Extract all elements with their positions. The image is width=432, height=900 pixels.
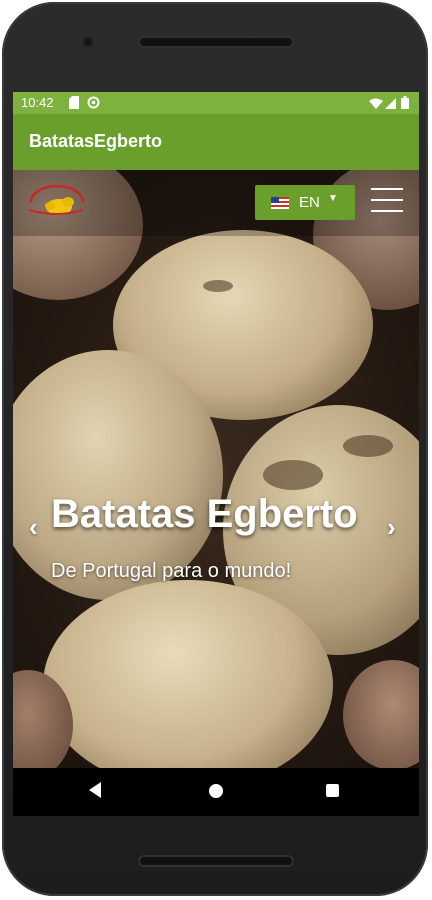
status-bar: 10:42 [13,92,419,114]
site-header: EN ▼ [13,170,419,236]
hero-carousel[interactable]: EN ▼ ‹ Batatas Egberto › De Portugal par… [13,170,419,768]
screen: 10:42 BatatasEgberto EN ▼ ‹ Batatas Egbe… [13,92,419,816]
site-logo[interactable] [25,184,87,218]
sync-icon [87,96,100,112]
language-label: EN [299,194,320,211]
bottom-speaker [138,855,294,867]
signal-icon [385,97,396,112]
wifi-icon [369,97,383,112]
carousel-prev-arrow[interactable]: ‹ [29,512,38,543]
system-nav-bar [13,768,419,816]
dirt-spot [203,280,233,292]
app-bar: BatatasEgberto [13,114,419,170]
language-selector[interactable]: EN ▼ [255,185,355,220]
menu-line [371,210,403,212]
hamburger-menu-icon[interactable] [369,186,405,214]
phone-frame: 10:42 BatatasEgberto EN ▼ ‹ Batatas Egbe… [0,0,432,900]
sd-card-icon [69,96,79,112]
menu-line [371,199,403,201]
home-icon[interactable] [209,784,223,798]
us-flag-icon [271,197,289,209]
app-title: BatatasEgberto [29,131,163,151]
top-speaker [138,36,294,48]
status-time: 10:42 [21,95,54,110]
battery-icon [401,96,409,112]
dirt-spot [343,435,393,457]
menu-line [371,188,403,190]
dirt-spot [263,460,323,490]
back-icon[interactable] [89,782,101,798]
carousel-next-arrow[interactable]: › [387,512,396,543]
recents-icon[interactable] [326,784,339,797]
background-potato [343,660,419,768]
carousel-subtitle: De Portugal para o mundo! [51,560,292,582]
caret-down-icon: ▼ [328,193,338,204]
front-camera [84,38,92,46]
carousel-title: Batatas Egberto [51,492,358,536]
